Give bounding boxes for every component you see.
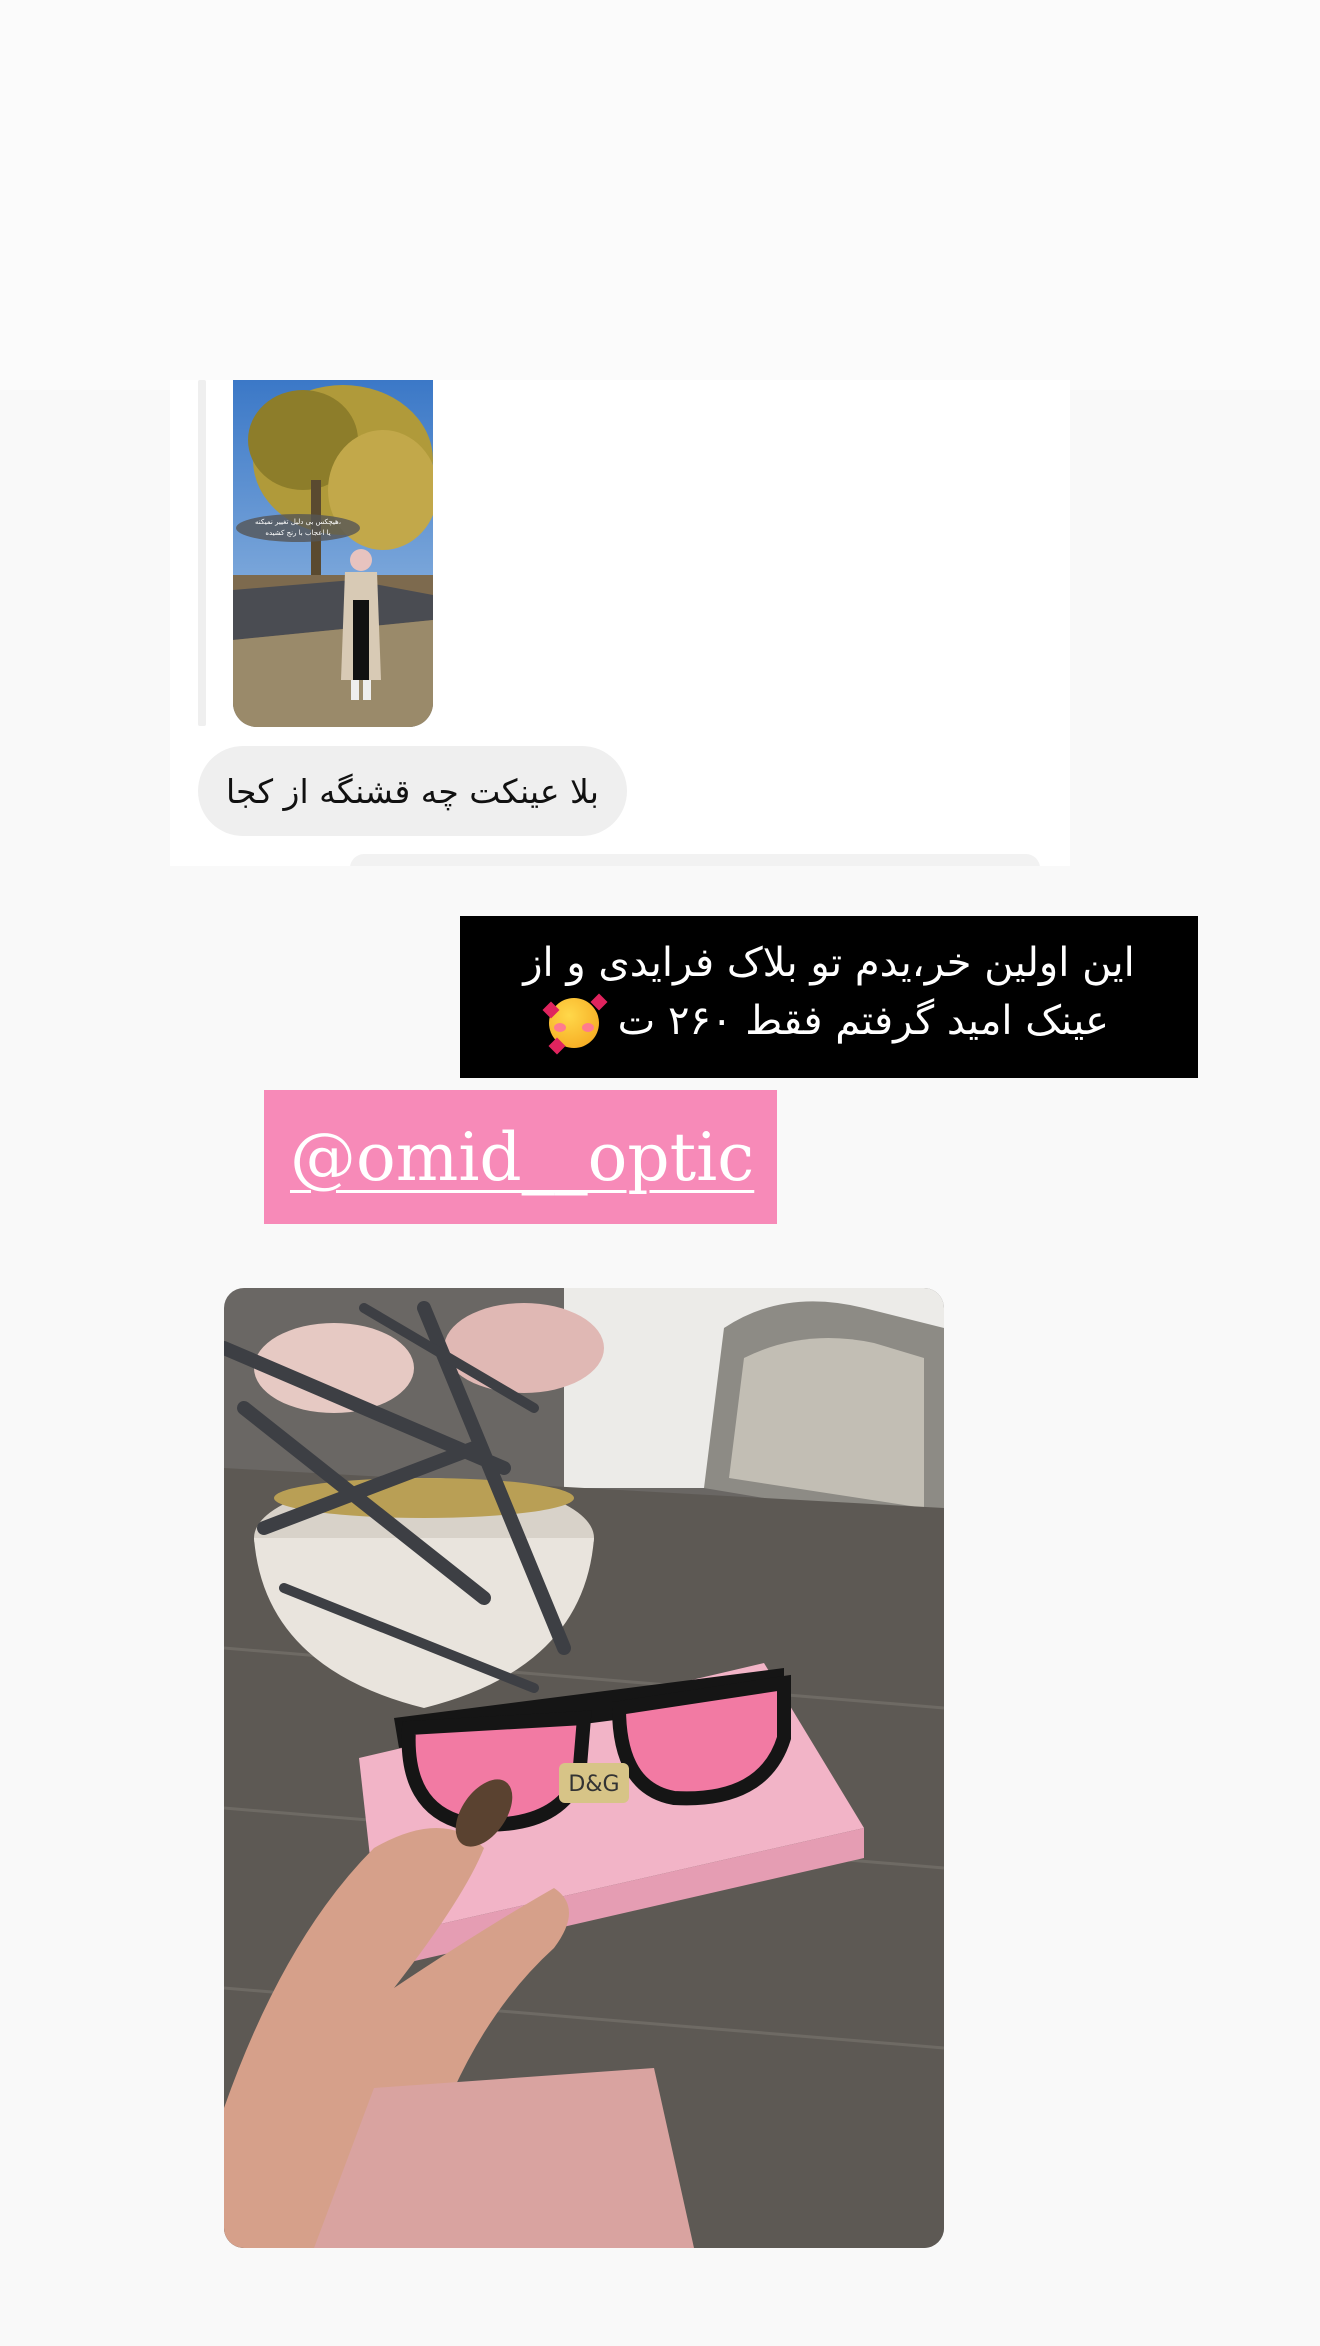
smiling-face-with-hearts-icon (542, 993, 608, 1055)
reply-indicator-bar (198, 380, 206, 726)
story-preview-image: هیچکس بی دلیل تغییر نمیکنه، یا اعجاب با … (233, 380, 433, 727)
dm-reply-card[interactable]: هیچکس بی دلیل تغییر نمیکنه، یا اعجاب با … (170, 380, 1070, 866)
status-area (0, 0, 1320, 390)
box-label: D&G (568, 1772, 619, 1797)
mention-handle[interactable]: @omid__optic (290, 1119, 754, 1196)
mention-sticker[interactable]: @omid__optic (264, 1090, 777, 1224)
story-thumbnail[interactable]: هیچکس بی دلیل تغییر نمیکنه، یا اعجاب با … (233, 380, 433, 727)
caption-line-2-wrap: عینک امید گرفتم فقط ۲۶۰ ت (470, 992, 1188, 1055)
message-text: بلا عینکت چه قشنگه از کجا (226, 771, 599, 811)
caption-sticker: این اولین خر،یدم تو بلاک فرایدی و از عین… (460, 916, 1198, 1078)
story-overlay-line-2: یا اعجاب با رنج کشیده (265, 529, 330, 537)
story-overlay-line-1: هیچکس بی دلیل تغییر نمیکنه، (255, 518, 341, 526)
message-bubble[interactable]: بلا عینکت چه قشنگه از کجا (198, 746, 627, 836)
caption-line-2: عینک امید گرفتم فقط ۲۶۰ ت (617, 998, 1110, 1044)
pink-sunglasses-photo-icon: D&G (224, 1288, 944, 2248)
product-photo: D&G (224, 1288, 944, 2248)
card-divider (350, 854, 1040, 866)
caption-line-1: این اولین خر،یدم تو بلاک فرایدی و از (523, 940, 1135, 986)
